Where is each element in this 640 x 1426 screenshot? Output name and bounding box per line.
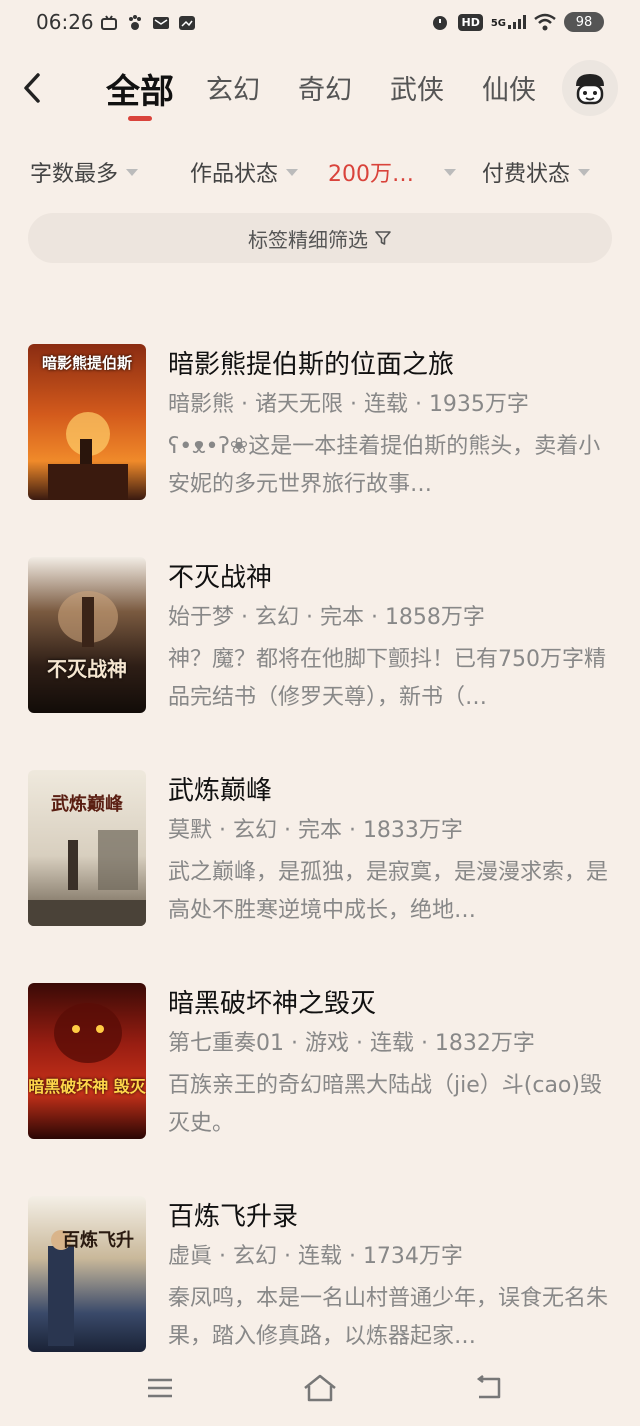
book-description: 武之巅峰，是孤独，是寂寞，是漫漫求索，是高处不胜寒逆境中成长，绝地… [168, 860, 609, 923]
book-title: 暗影熊提伯斯的位面之旅 [168, 350, 455, 380]
alarm-icon [433, 16, 448, 30]
avatar[interactable] [562, 60, 618, 116]
filter-row: 字数最多 作品状态 200万… 付费状态 [0, 150, 640, 194]
book-meta: 暗影熊 · 诸天无限 · 连载 · 1935万字 [168, 392, 529, 417]
list-item[interactable]: 百炼飞升 百炼飞升录 虚眞 · 玄幻 · 连载 · 1734万字 秦凤鸣，本是一… [0, 1192, 640, 1362]
book-title: 武炼巅峰 [168, 776, 273, 806]
tab-xuanhuan[interactable]: 玄幻 [206, 68, 260, 107]
filter-status[interactable]: 作品状态 [190, 156, 299, 188]
caret-down-icon [126, 168, 139, 176]
list-item[interactable]: 暗黑破坏神 毁灭 暗黑破坏神之毁灭 第七重奏01 · 游戏 · 连载 · 183… [0, 979, 640, 1149]
caret-down-icon [444, 168, 456, 176]
active-tab-indicator [128, 116, 152, 121]
home-icon [304, 1374, 336, 1402]
recent-apps-button[interactable] [140, 1370, 180, 1406]
caret-down-icon [578, 168, 591, 176]
tag-filter-button[interactable]: 标签精细筛选 [28, 213, 612, 263]
status-time: 06:26 [36, 10, 94, 34]
signal-icon [508, 15, 526, 29]
list-item[interactable]: 不灭战神 不灭战神 始于梦 · 玄幻 · 完本 · 1858万字 神？魔？都将在… [0, 553, 640, 723]
book-cover: 暗影熊提伯斯 [28, 344, 146, 500]
gallery-icon [179, 16, 195, 30]
book-title: 百炼飞升录 [168, 1202, 299, 1232]
paw-icon [129, 15, 141, 30]
hd-badge: HD [458, 13, 483, 31]
book-cover: 不灭战神 [28, 557, 146, 713]
user-face-icon [576, 74, 604, 105]
notification-icons [100, 14, 196, 32]
filter-sort[interactable]: 字数最多 [30, 156, 139, 188]
book-description: 秦凤鸣，本是一名山村普通少年，误食无名朱果，踏入修真路，以炼器起家… [168, 1286, 609, 1349]
book-description: ʕ•ᴥ•ʔ❀这是一本挂着提伯斯的熊头，卖着小安妮的多元世界旅行故事… [168, 434, 601, 497]
home-button[interactable] [300, 1370, 340, 1406]
system-nav-bar [0, 1356, 640, 1426]
book-meta: 莫默 · 玄幻 · 完本 · 1833万字 [168, 818, 463, 843]
wifi-icon [534, 13, 556, 31]
filter-payment[interactable]: 付费状态 [482, 156, 591, 188]
cover-art [58, 591, 118, 647]
filter-word-count[interactable]: 200万… [328, 156, 456, 188]
list-item[interactable]: 暗影熊提伯斯 暗影熊提伯斯的位面之旅 暗影熊 · 诸天无限 · 连载 · 193… [0, 340, 640, 510]
network-indicator: 5G [491, 15, 526, 29]
book-cover: 百炼飞升 [28, 1196, 146, 1352]
chevron-left-icon [24, 73, 40, 103]
tag-filter-label: 标签精细筛选 [248, 227, 368, 252]
tab-xianxia[interactable]: 仙侠 [482, 68, 536, 107]
status-bar: 06:26 HD 5G 98 [0, 0, 640, 48]
back-button[interactable] [14, 68, 50, 108]
cover-art [48, 1230, 74, 1346]
menu-icon [148, 1378, 172, 1398]
book-description: 百族亲王的奇幻暗黑大陆战（jie）斗(cao)毁灭史。 [168, 1073, 602, 1136]
caret-down-icon [286, 168, 299, 176]
cover-art [54, 1003, 122, 1063]
book-title: 暗黑破坏神之毁灭 [168, 989, 377, 1019]
mail-icon [153, 17, 169, 29]
book-description: 神？魔？都将在他脚下颤抖！已有750万字精品完结书（修罗天尊），新书（… [168, 647, 606, 710]
tab-qihuan[interactable]: 奇幻 [298, 68, 352, 107]
tab-all[interactable]: 全部 [106, 64, 174, 113]
back-arrow-icon [476, 1375, 501, 1399]
battery-indicator: 98 [564, 12, 604, 32]
back-nav-button[interactable] [468, 1370, 508, 1406]
bilibili-icon [101, 15, 117, 30]
top-nav: 全部 玄幻 奇幻 武侠 仙侠 [0, 56, 640, 126]
list-item[interactable]: 武炼巅峰 武炼巅峰 莫默 · 玄幻 · 完本 · 1833万字 武之巅峰，是孤独… [0, 766, 640, 936]
funnel-icon [375, 231, 391, 245]
book-cover: 暗黑破坏神 毁灭 [28, 983, 146, 1139]
book-cover: 武炼巅峰 [28, 770, 146, 926]
book-meta: 始于梦 · 玄幻 · 完本 · 1858万字 [168, 605, 485, 630]
book-meta: 虚眞 · 玄幻 · 连载 · 1734万字 [168, 1244, 463, 1269]
cover-art [48, 412, 128, 500]
system-status: HD 5G 98 [430, 12, 604, 32]
book-title: 不灭战神 [168, 563, 273, 593]
book-meta: 第七重奏01 · 游戏 · 连载 · 1832万字 [168, 1031, 535, 1056]
tab-wuxia[interactable]: 武侠 [390, 68, 444, 107]
